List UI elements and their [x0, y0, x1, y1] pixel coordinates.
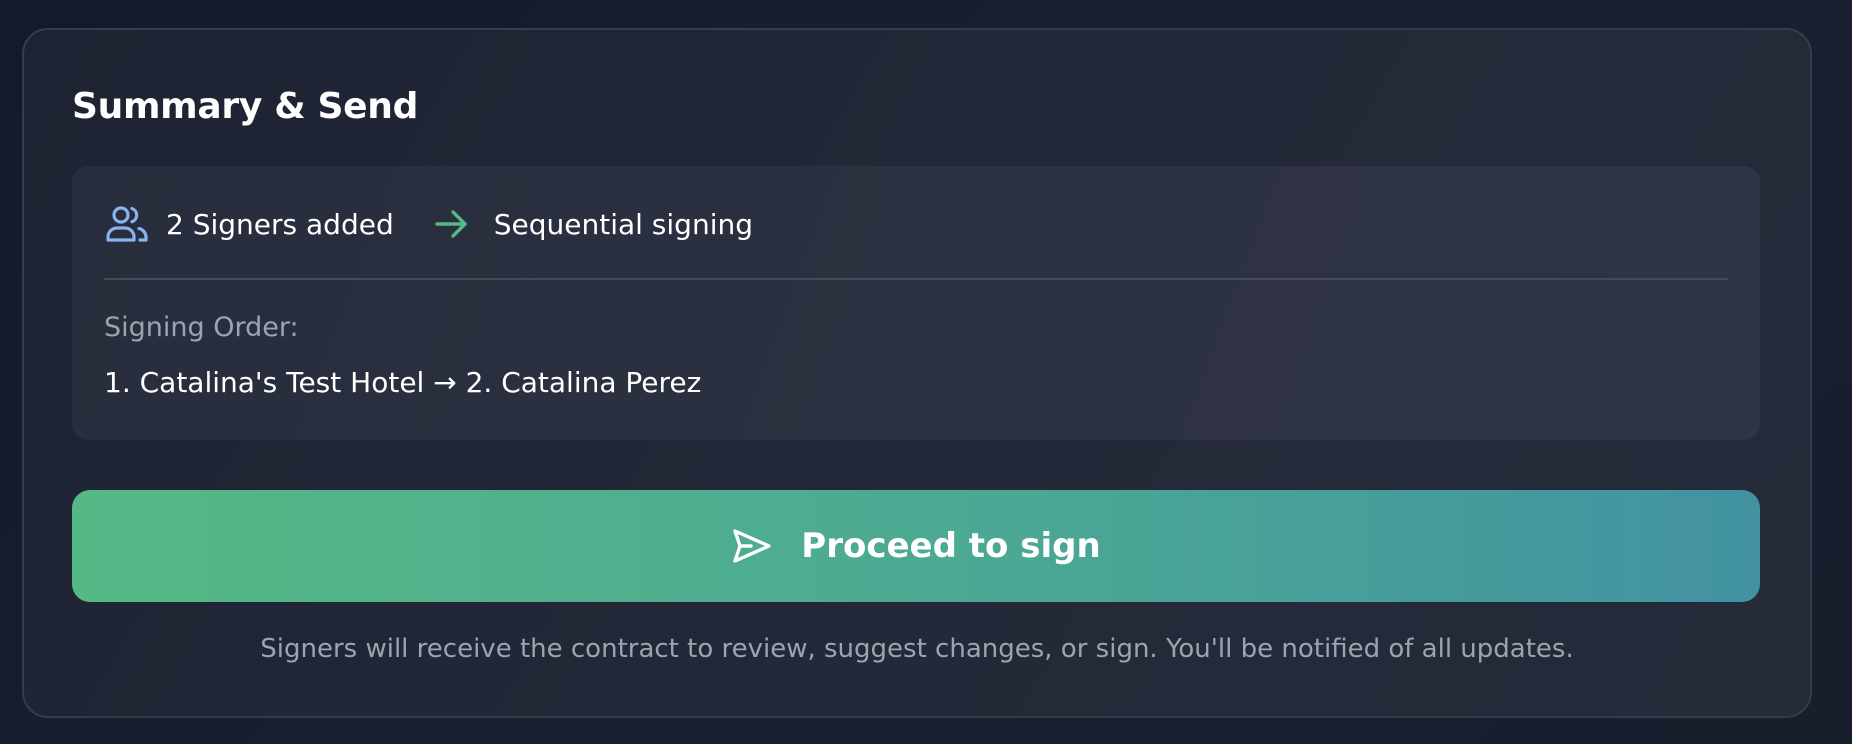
signers-count-text: 2 Signers added [166, 207, 394, 241]
signing-order-value: 1. Catalina's Test Hotel → 2. Catalina P… [104, 366, 702, 399]
arrow-right-icon [432, 205, 470, 243]
footer-note: Signers will receive the contract to rev… [260, 634, 1574, 664]
summary-divider [104, 278, 1728, 280]
users-icon [104, 204, 150, 244]
summary-box: 2 Signers added Sequential signing Signi… [72, 166, 1760, 440]
signing-order-label: Signing Order: [104, 312, 299, 343]
signers-summary-row: 2 Signers added Sequential signing [104, 202, 753, 246]
proceed-button-label: Proceed to sign [801, 526, 1101, 566]
proceed-to-sign-button[interactable]: Proceed to sign [72, 490, 1760, 602]
send-icon [731, 525, 773, 567]
summary-title: Summary & Send [72, 86, 419, 127]
signing-mode-text: Sequential signing [493, 207, 753, 241]
summary-card: Summary & Send 2 Signers added Sequentia… [22, 28, 1812, 718]
